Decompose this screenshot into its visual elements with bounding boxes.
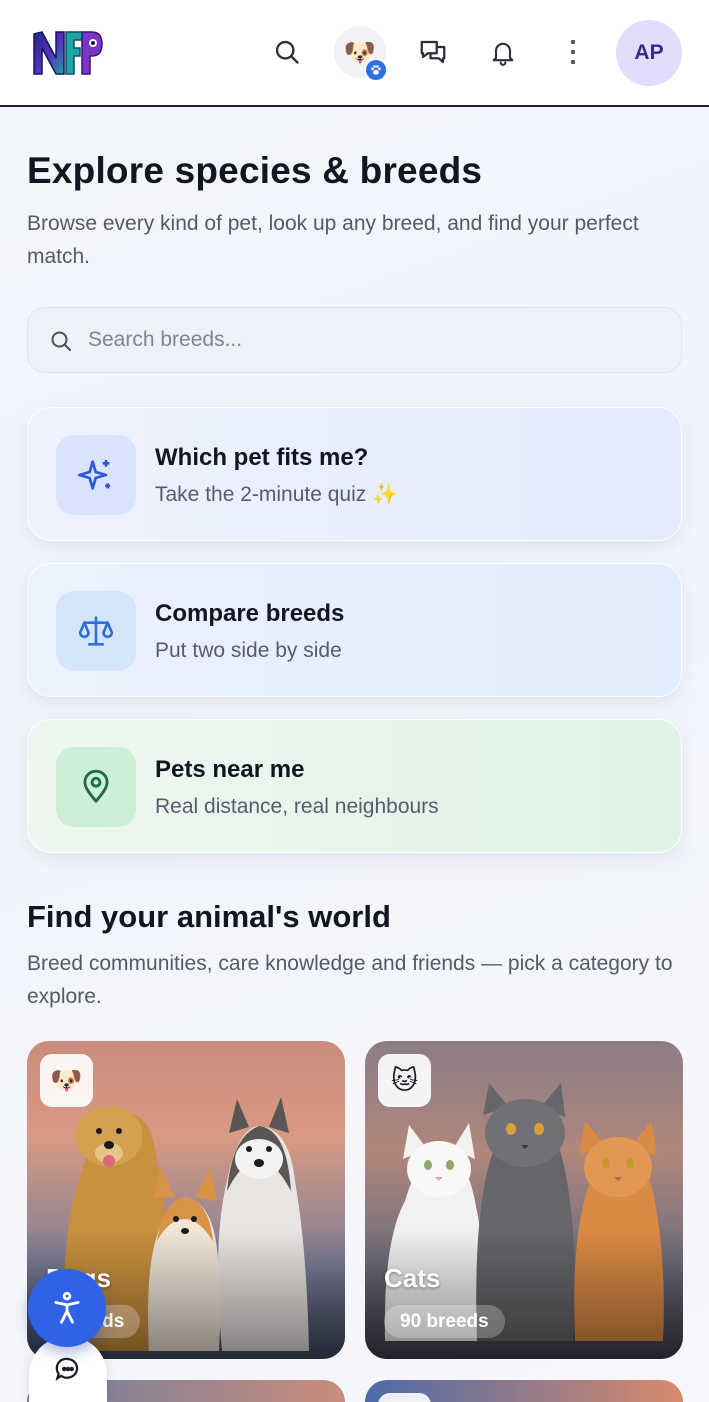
compare-breeds-card[interactable]: Compare breeds Put two side by side xyxy=(27,563,682,697)
accessibility-icon xyxy=(54,1291,80,1324)
more-vertical-icon[interactable] xyxy=(547,26,599,78)
bell-icon[interactable] xyxy=(477,26,529,78)
pet-switch-button[interactable]: 🐶 xyxy=(334,26,388,82)
pet-quiz-card[interactable]: Which pet fits me? Take the 2-minute qui… xyxy=(27,407,682,541)
app-logo[interactable] xyxy=(30,24,104,82)
search-icon[interactable] xyxy=(261,26,313,78)
search-icon xyxy=(49,329,73,358)
page-subtitle: Browse every kind of pet, look up any br… xyxy=(27,212,639,268)
map-pin-icon xyxy=(56,747,136,827)
quiz-card-subtitle: Take the 2-minute quiz ✨ xyxy=(155,483,399,506)
sparkle-emoji: ✨ xyxy=(372,483,399,506)
breed-search-input[interactable] xyxy=(88,308,668,371)
section-subtitle: Breed communities, care knowledge and fr… xyxy=(27,952,673,1008)
near-card-title: Pets near me xyxy=(155,756,305,783)
section-title: Find your animal's world xyxy=(27,899,391,934)
scale-icon xyxy=(56,591,136,671)
cat-face-icon: 🐱 xyxy=(378,1054,431,1107)
breed-count-badge-cats: 90 breeds xyxy=(384,1305,505,1338)
chat-bubble-icon xyxy=(55,1357,79,1381)
compare-card-subtitle: Put two side by side xyxy=(155,639,342,662)
card-shade xyxy=(365,1229,683,1359)
accessibility-button[interactable] xyxy=(28,1269,106,1347)
pets-near-me-card[interactable]: Pets near me Real distance, real neighbo… xyxy=(27,719,682,853)
category-name-cats: Cats xyxy=(384,1263,441,1293)
compare-card-title: Compare breeds xyxy=(155,600,345,627)
user-avatar[interactable]: AP xyxy=(616,20,682,86)
breed-search-bar[interactable] xyxy=(27,307,682,373)
category-emoji-chip xyxy=(378,1393,431,1402)
dog-face-icon: 🐶 xyxy=(40,1054,93,1107)
chat-icon[interactable] xyxy=(407,26,459,78)
page-title: Explore species & breeds xyxy=(27,150,483,191)
top-app-bar: 🐶 AP xyxy=(0,0,709,107)
avatar-initials: AP xyxy=(634,41,664,64)
category-card-partial[interactable] xyxy=(365,1380,683,1402)
quiz-card-title: Which pet fits me? xyxy=(155,444,369,471)
category-card-cats[interactable]: 🐱 Cats 90 breeds xyxy=(365,1041,683,1359)
paw-icon xyxy=(364,58,388,82)
sparkles-icon xyxy=(56,435,136,515)
near-card-subtitle: Real distance, real neighbours xyxy=(155,795,439,818)
